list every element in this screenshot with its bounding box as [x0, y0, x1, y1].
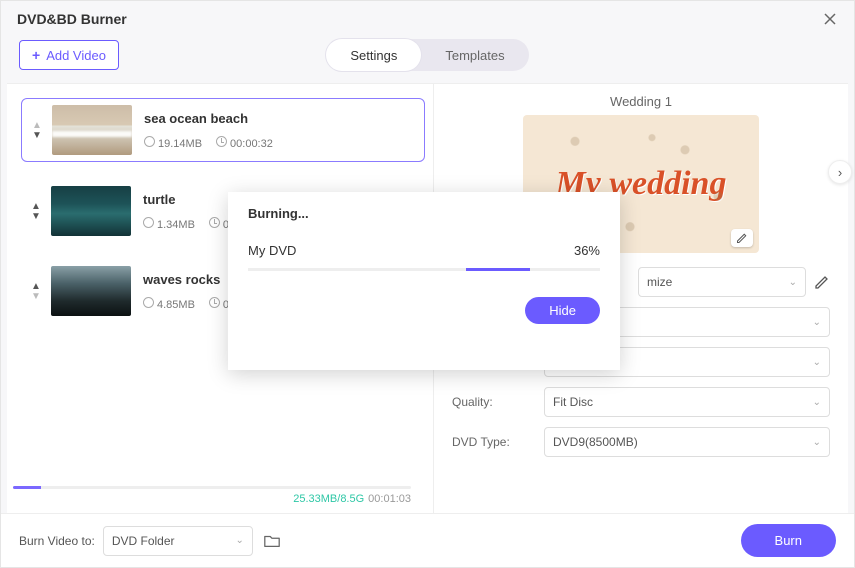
- add-video-button[interactable]: + Add Video: [19, 40, 119, 70]
- move-down-icon[interactable]: ▼: [27, 291, 45, 301]
- chevron-down-icon: ⌄: [813, 437, 821, 448]
- video-size: 1.34MB: [157, 219, 195, 231]
- window-title: DVD&BD Burner: [17, 11, 127, 27]
- video-name: waves rocks: [143, 272, 229, 287]
- select-value: mize: [647, 275, 672, 289]
- edit-icon[interactable]: [814, 274, 830, 290]
- destination-select[interactable]: DVD Folder ⌄: [103, 526, 253, 556]
- tab-settings[interactable]: Settings: [326, 39, 421, 71]
- plus-icon: +: [32, 47, 40, 63]
- move-up-icon[interactable]: ▲: [28, 120, 46, 130]
- modal-heading: Burning...: [248, 206, 600, 221]
- quality-select[interactable]: Fit Disc ⌄: [544, 387, 830, 417]
- clock-icon: [209, 217, 220, 228]
- size-icon: [143, 217, 154, 228]
- video-thumbnail: [51, 266, 131, 316]
- burn-to-label: Burn Video to:: [19, 534, 95, 548]
- next-template-button[interactable]: ›: [828, 160, 852, 184]
- add-video-label: Add Video: [46, 48, 106, 63]
- video-size: 4.85MB: [157, 299, 195, 311]
- select-value: DVD Folder: [112, 534, 175, 548]
- capacity-text: 25.33MB/8.5G: [293, 493, 364, 505]
- folder-icon[interactable]: [263, 532, 281, 550]
- size-icon: [143, 297, 154, 308]
- move-down-icon[interactable]: ▼: [28, 130, 46, 140]
- select-dropdown[interactable]: mize ⌄: [638, 267, 806, 297]
- burn-button[interactable]: Burn: [741, 524, 836, 557]
- tab-templates[interactable]: Templates: [421, 39, 528, 71]
- video-thumbnail: [51, 186, 131, 236]
- move-up-icon[interactable]: ▲: [27, 281, 45, 291]
- video-thumbnail: [52, 105, 132, 155]
- video-name: sea ocean beach: [144, 111, 273, 126]
- progress-bar: [248, 268, 600, 271]
- template-title: Wedding 1: [452, 94, 830, 109]
- clock-icon: [216, 136, 227, 147]
- chevron-down-icon: ⌄: [813, 357, 821, 368]
- video-size: 19.14MB: [158, 138, 202, 150]
- close-icon[interactable]: [822, 11, 838, 27]
- hide-button[interactable]: Hide: [525, 297, 600, 324]
- edit-template-button[interactable]: [731, 229, 753, 247]
- chevron-down-icon: ⌄: [235, 535, 243, 546]
- chevron-down-icon: ⌄: [813, 397, 821, 408]
- move-down-icon[interactable]: ▼: [27, 211, 45, 221]
- capacity-bar: [13, 486, 411, 489]
- tab-switch: Settings Templates: [326, 39, 528, 71]
- move-up-icon[interactable]: ▲: [27, 201, 45, 211]
- clock-icon: [209, 297, 220, 308]
- select-value: DVD9(8500MB): [553, 435, 638, 449]
- video-item[interactable]: ▲ ▼ sea ocean beach 19.14MB 00:00:32: [21, 98, 425, 162]
- select-value: Fit Disc: [553, 395, 593, 409]
- field-label-quality: Quality:: [452, 395, 544, 409]
- dvdtype-select[interactable]: DVD9(8500MB) ⌄: [544, 427, 830, 457]
- video-duration: 00:00:32: [230, 138, 273, 150]
- size-icon: [144, 136, 155, 147]
- field-label-dvdtype: DVD Type:: [452, 435, 544, 449]
- chevron-down-icon: ⌄: [813, 317, 821, 328]
- total-duration: 00:01:03: [368, 493, 411, 505]
- chevron-down-icon: ⌄: [789, 277, 797, 288]
- disc-name: My DVD: [248, 243, 296, 258]
- burning-modal: Burning... My DVD 36% Hide: [228, 192, 620, 370]
- progress-percent: 36%: [574, 243, 600, 258]
- pencil-icon: [736, 232, 748, 244]
- video-name: turtle: [143, 192, 229, 207]
- progress-fill: [466, 268, 529, 271]
